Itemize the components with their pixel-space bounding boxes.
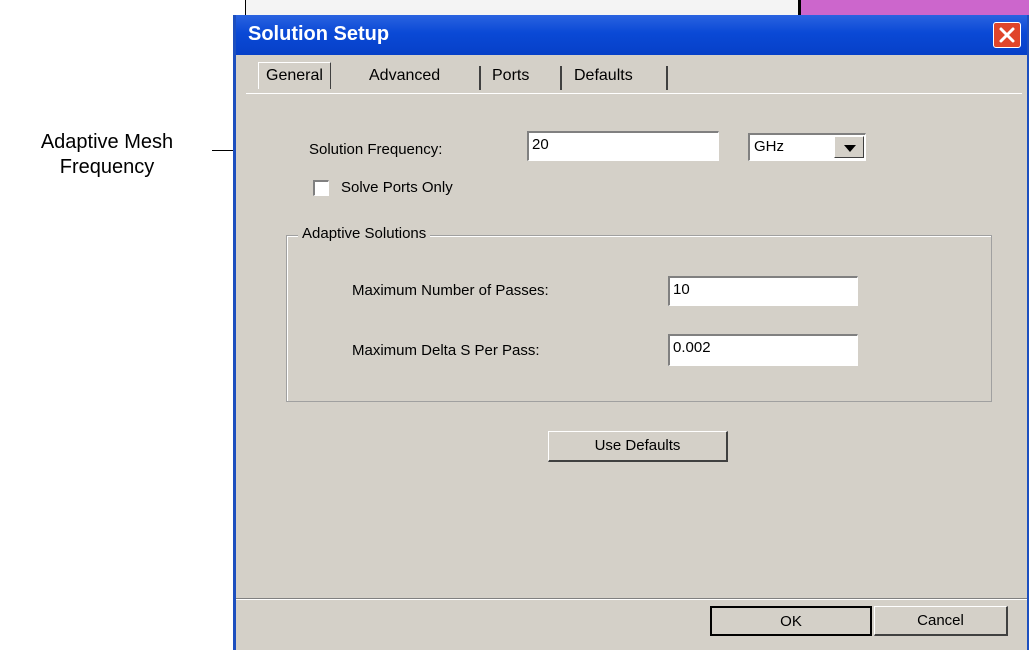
close-button[interactable] (993, 22, 1021, 48)
ok-button[interactable]: OK (710, 606, 872, 636)
solution-frequency-label: Solution Frequency: (309, 141, 443, 158)
title-bar[interactable]: Solution Setup (236, 15, 1027, 55)
tab-panel-border (246, 93, 1022, 94)
chevron-down-icon[interactable] (834, 136, 864, 158)
dialog-title: Solution Setup (248, 23, 390, 45)
solve-ports-only-label: Solve Ports Only (341, 179, 453, 196)
cancel-button[interactable]: Cancel (874, 606, 1008, 636)
tab-defaults[interactable]: Defaults (574, 67, 633, 85)
tab-general[interactable]: General (258, 62, 331, 89)
solve-ports-only-checkbox[interactable] (313, 180, 329, 196)
frequency-unit-select[interactable]: GHz (748, 133, 866, 161)
adaptive-solutions-group (286, 235, 992, 402)
close-icon (999, 27, 1015, 43)
tab-separator (479, 66, 481, 90)
max-passes-input[interactable]: 10 (668, 276, 858, 306)
solution-setup-dialog: Solution Setup General Advanced Ports De… (233, 15, 1029, 650)
max-delta-label: Maximum Delta S Per Pass: (352, 342, 540, 359)
annotation-line-2: Frequency (59, 156, 155, 178)
use-defaults-button[interactable]: Use Defaults (548, 431, 728, 462)
solution-frequency-input[interactable]: 20 (527, 131, 719, 161)
tab-separator (666, 66, 668, 90)
footer-divider-highlight (236, 599, 1027, 600)
tab-advanced[interactable]: Advanced (369, 67, 441, 85)
adaptive-solutions-title: Adaptive Solutions (298, 225, 431, 242)
tab-separator (560, 66, 562, 90)
max-delta-input[interactable]: 0.002 (668, 334, 858, 366)
tab-ports[interactable]: Ports (492, 67, 530, 85)
annotation-label: Adaptive Mesh Frequency (2, 130, 212, 180)
frequency-unit-value: GHz (754, 138, 784, 155)
max-passes-label: Maximum Number of Passes: (352, 282, 549, 299)
annotation-line-1: Adaptive Mesh (40, 131, 174, 153)
